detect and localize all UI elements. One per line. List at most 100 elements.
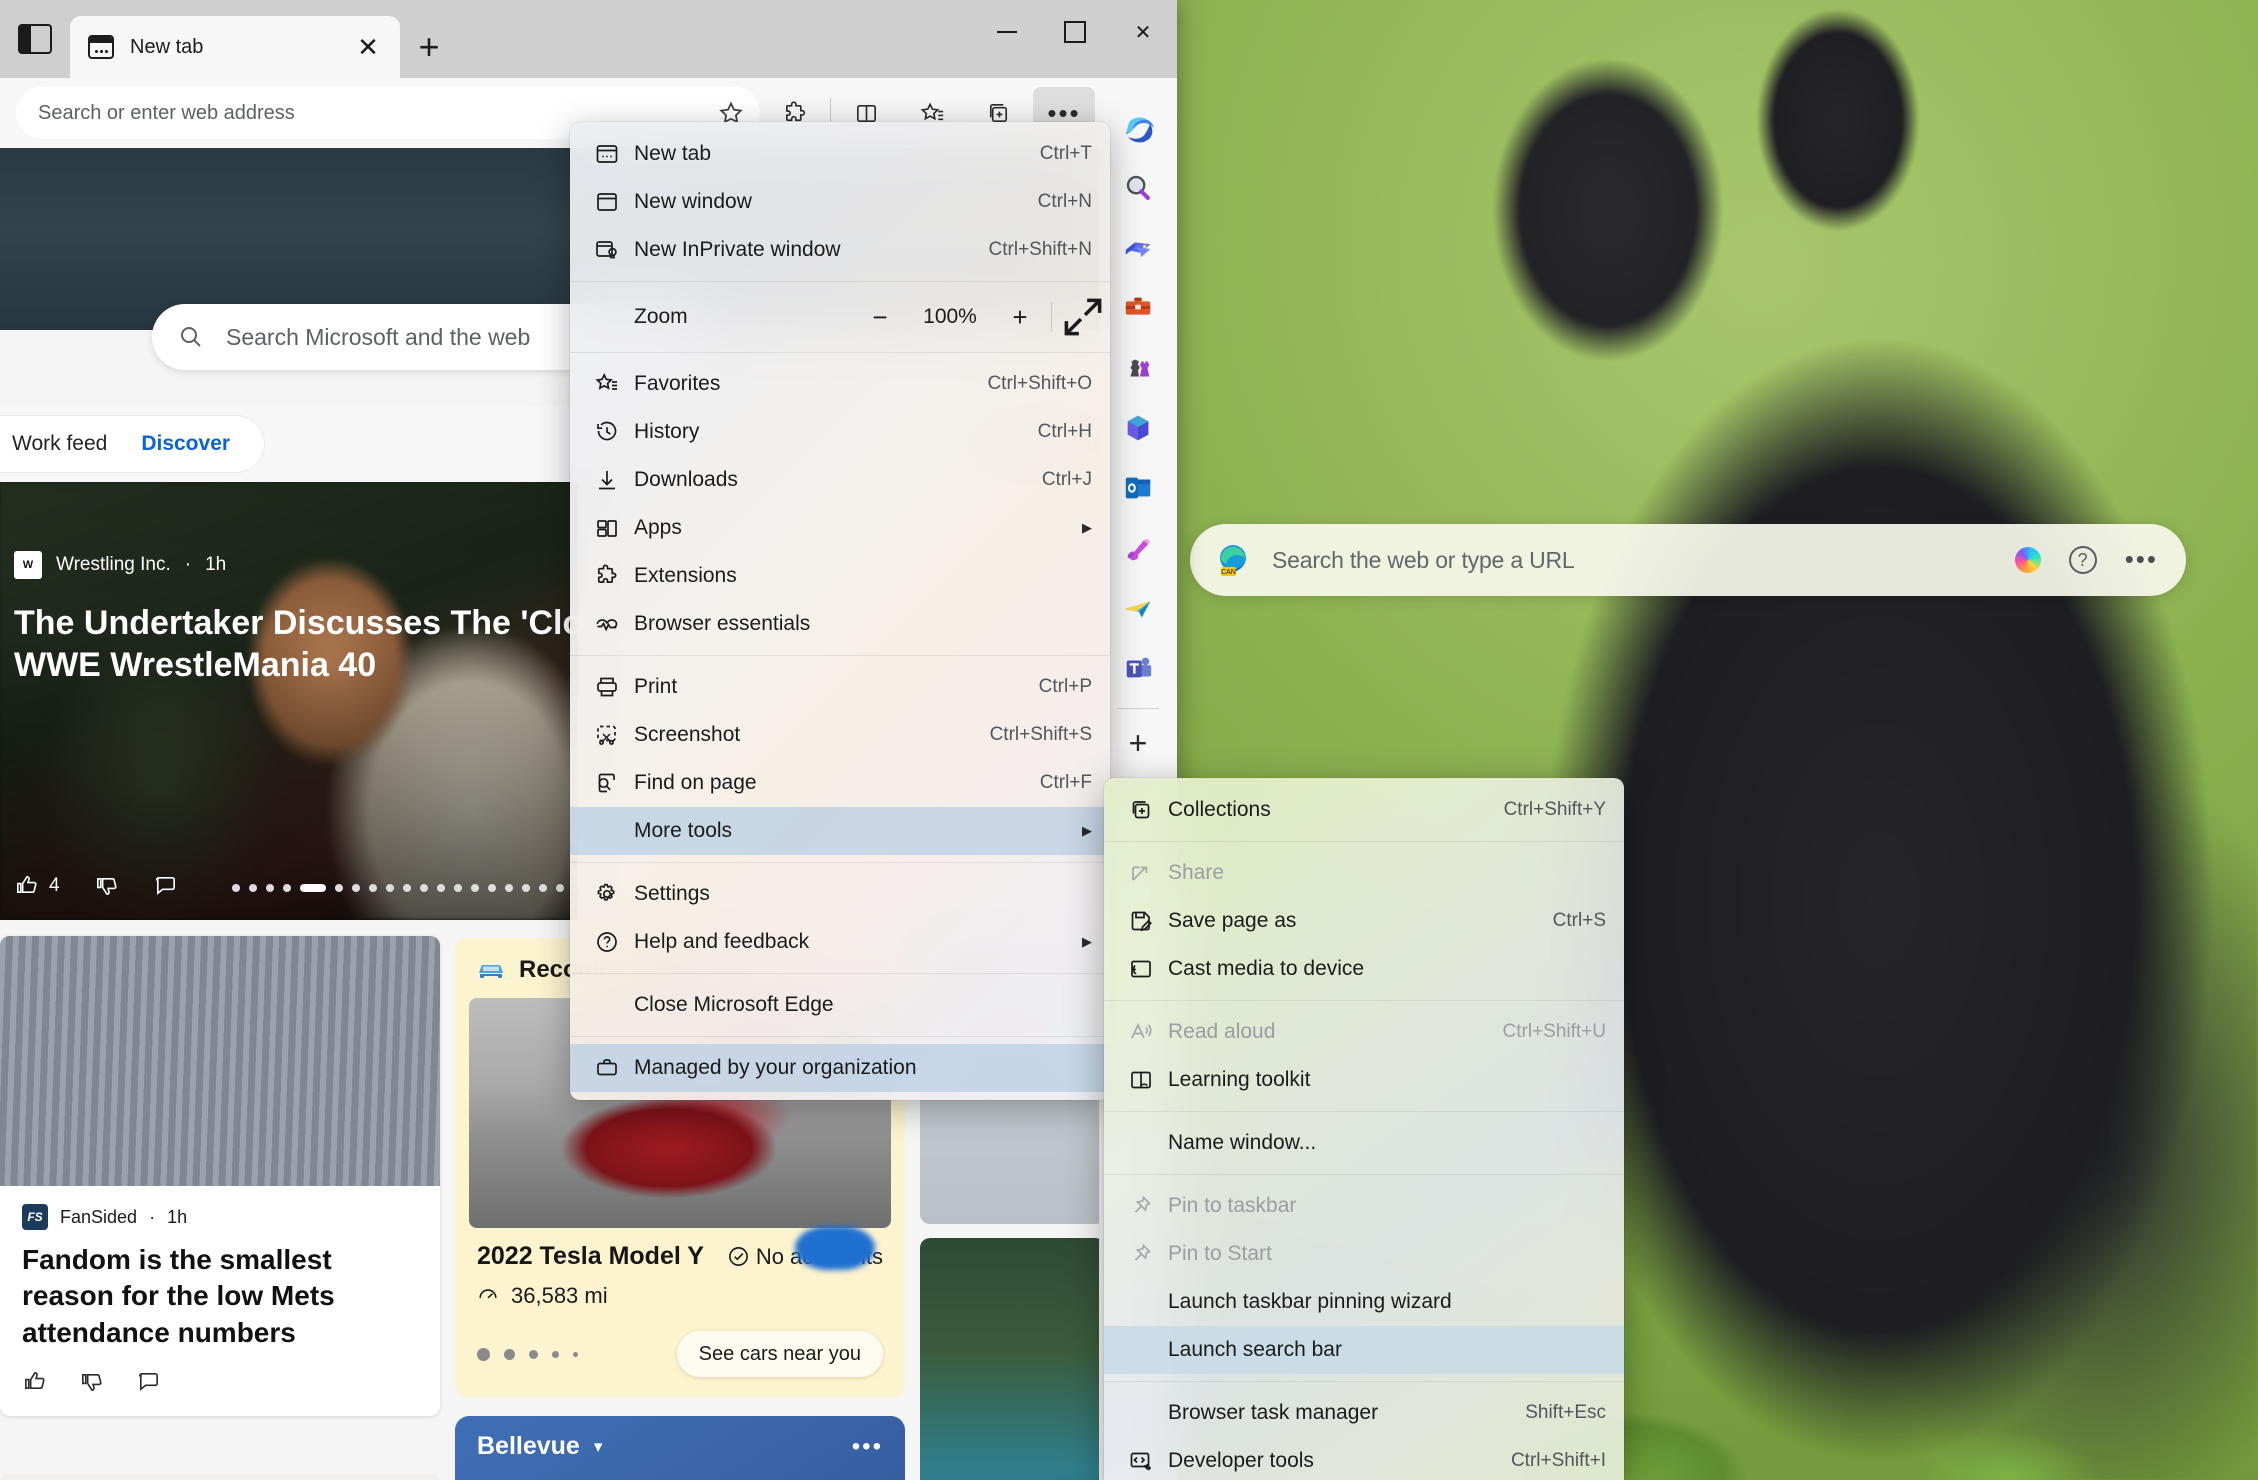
minimize-button[interactable] <box>973 0 1041 64</box>
article-card-body: FS FanSided · 1h Fandom is the smallest … <box>0 1186 440 1416</box>
new-tab-icon <box>594 141 634 167</box>
car-carousel-dots[interactable] <box>477 1347 578 1361</box>
headphones-card[interactable] <box>0 1473 440 1480</box>
tab-actions-button[interactable] <box>0 0 70 78</box>
submenu-separator <box>1104 1111 1624 1112</box>
chevron-down-icon[interactable]: ▾ <box>594 1437 603 1457</box>
maximize-button[interactable] <box>1041 0 1109 64</box>
see-cars-near-you-button[interactable]: See cars near you <box>676 1331 883 1377</box>
menu-item-find-on-page[interactable]: Find on page Ctrl+F <box>570 759 1110 807</box>
dislike-button[interactable] <box>79 1369 104 1394</box>
menu-item-favorites[interactable]: Favorites Ctrl+Shift+O <box>570 360 1110 408</box>
zoom-out-button[interactable]: − <box>853 293 907 341</box>
search-icon <box>181 327 201 347</box>
menu-item-downloads[interactable]: Downloads Ctrl+J <box>570 456 1110 504</box>
briefcase-icon <box>594 1055 634 1081</box>
submenu-item-launch-search-bar[interactable]: Launch search bar <box>1104 1326 1624 1374</box>
submenu-label: Share <box>1168 861 1225 884</box>
omnibox-placeholder: Search or enter web address <box>38 101 295 124</box>
more-icon[interactable]: ••• <box>2125 547 2158 572</box>
help-icon[interactable]: ? <box>2068 546 2097 574</box>
outlook-icon[interactable] <box>1107 458 1169 518</box>
menu-separator <box>570 281 1110 282</box>
comment-button[interactable] <box>153 873 178 898</box>
vertical-tabs-icon <box>18 24 52 54</box>
menu-shortcut: Ctrl+P <box>1038 676 1092 697</box>
submenu-label: Launch search bar <box>1168 1338 1342 1361</box>
teams-icon[interactable] <box>1107 638 1169 698</box>
menu-item-help-and-feedback[interactable]: Help and feedback ▶ <box>570 918 1110 966</box>
extensions-icon <box>594 563 634 589</box>
submenu-item-developer-tools[interactable]: Developer tools Ctrl+Shift+I <box>1104 1437 1624 1480</box>
menu-shortcut: Ctrl+Shift+O <box>987 373 1092 394</box>
submenu-item-collections[interactable]: Collections Ctrl+Shift+Y <box>1104 786 1624 834</box>
menu-item-screenshot[interactable]: Screenshot Ctrl+Shift+S <box>570 711 1110 759</box>
copilot-icon[interactable] <box>1107 98 1169 158</box>
zoom-label: Zoom <box>634 305 688 328</box>
submenu-item-cast-media-to-device[interactable]: Cast media to device <box>1104 945 1624 993</box>
submenu-item-name-window[interactable]: Name window... <box>1104 1119 1624 1167</box>
menu-item-browser-essentials[interactable]: Browser essentials <box>570 600 1110 648</box>
desktop-search-bar[interactable]: CAN Search the web or type a URL ? ••• <box>1190 524 2186 596</box>
menu-item-settings[interactable]: Settings <box>570 870 1110 918</box>
microsoft365-icon[interactable] <box>1107 398 1169 458</box>
image-creator-icon[interactable] <box>1107 518 1169 578</box>
tab-work-feed[interactable]: Work feed <box>12 432 107 456</box>
fullscreen-icon[interactable] <box>1056 293 1110 341</box>
hero-carousel-dots[interactable] <box>232 884 564 892</box>
dislike-button[interactable] <box>94 873 119 898</box>
submenu-item-launch-taskbar-pinning-wizard[interactable]: Launch taskbar pinning wizard <box>1104 1278 1624 1326</box>
zoom-in-button[interactable]: + <box>993 293 1047 341</box>
telegram-icon[interactable] <box>1107 578 1169 638</box>
tools-icon[interactable] <box>1107 278 1169 338</box>
menu-item-extensions[interactable]: Extensions <box>570 552 1110 600</box>
comment-icon <box>139 1373 158 1392</box>
menu-item-more-tools[interactable]: More tools ▶ <box>570 807 1110 855</box>
menu-item-new-window[interactable]: New window Ctrl+N <box>570 178 1110 226</box>
hero-overlay <box>0 482 578 920</box>
submenu-item-share: Share <box>1104 849 1624 897</box>
submenu-item-save-page-as[interactable]: Save page as Ctrl+S <box>1104 897 1624 945</box>
close-tab-icon[interactable]: ✕ <box>354 34 382 60</box>
menu-item-new-inprivate-window[interactable]: New InPrivate window Ctrl+Shift+N <box>570 226 1110 274</box>
copilot-icon[interactable] <box>2014 547 2041 573</box>
article-card-image <box>0 936 440 1186</box>
menu-zoom-row: Zoom − 100% + <box>570 289 1110 345</box>
submenu-item-learning-toolkit[interactable]: Learning toolkit <box>1104 1056 1624 1104</box>
car-image-accent <box>795 1226 875 1270</box>
submenu-item-read-aloud: Read aloud Ctrl+Shift+U <box>1104 1008 1624 1056</box>
menu-shortcut: Ctrl+Shift+N <box>988 239 1092 260</box>
lake-scenery-card[interactable] <box>920 1238 1105 1480</box>
menu-item-new-tab[interactable]: New tab Ctrl+T <box>570 130 1110 178</box>
headphones-image <box>0 1473 440 1480</box>
shopping-tag-icon[interactable] <box>1107 218 1169 278</box>
new-window-icon <box>594 189 634 215</box>
foliage-decor-2 <box>1878 1360 2138 1480</box>
games-icon[interactable] <box>1107 338 1169 398</box>
tab-discover[interactable]: Discover <box>141 432 230 456</box>
weather-card[interactable]: Bellevue ▾ ••• 49°F Tomorrow's low m <box>455 1416 905 1480</box>
article-card[interactable]: FS FanSided · 1h Fandom is the smallest … <box>0 936 440 1417</box>
weather-more-icon[interactable]: ••• <box>852 1434 883 1458</box>
menu-item-close-microsoft-edge[interactable]: Close Microsoft Edge <box>570 981 1110 1029</box>
add-sidebar-app-button[interactable]: + <box>1107 713 1169 773</box>
menu-item-apps[interactable]: Apps ▶ <box>570 504 1110 552</box>
comment-icon <box>155 876 175 895</box>
comment-button[interactable] <box>136 1369 161 1394</box>
menu-item-print[interactable]: Print Ctrl+P <box>570 663 1110 711</box>
weather-city: Bellevue <box>477 1432 580 1460</box>
menu-item-managed-by-your-organization[interactable]: Managed by your organization <box>570 1044 1110 1092</box>
search-icon[interactable] <box>1107 158 1169 218</box>
new-tab-button[interactable]: + <box>400 16 458 78</box>
browser-tab[interactable]: New tab ✕ <box>70 16 400 78</box>
submenu-label: Learning toolkit <box>1168 1068 1311 1091</box>
submenu-item-browser-task-manager[interactable]: Browser task manager Shift+Esc <box>1104 1389 1624 1437</box>
menu-item-history[interactable]: History Ctrl+H <box>570 408 1110 456</box>
close-window-button[interactable]: ✕ <box>1109 0 1177 64</box>
weather-temp-value: 49 <box>525 1467 601 1480</box>
window-controls: ✕ <box>973 0 1177 64</box>
like-button[interactable] <box>22 1369 47 1394</box>
hero-article-card[interactable]: W Wrestling Inc. · 1h The Undertaker Dis… <box>0 482 578 920</box>
like-button[interactable]: 4 <box>14 873 60 898</box>
menu-shortcut: Ctrl+T <box>1039 143 1092 164</box>
